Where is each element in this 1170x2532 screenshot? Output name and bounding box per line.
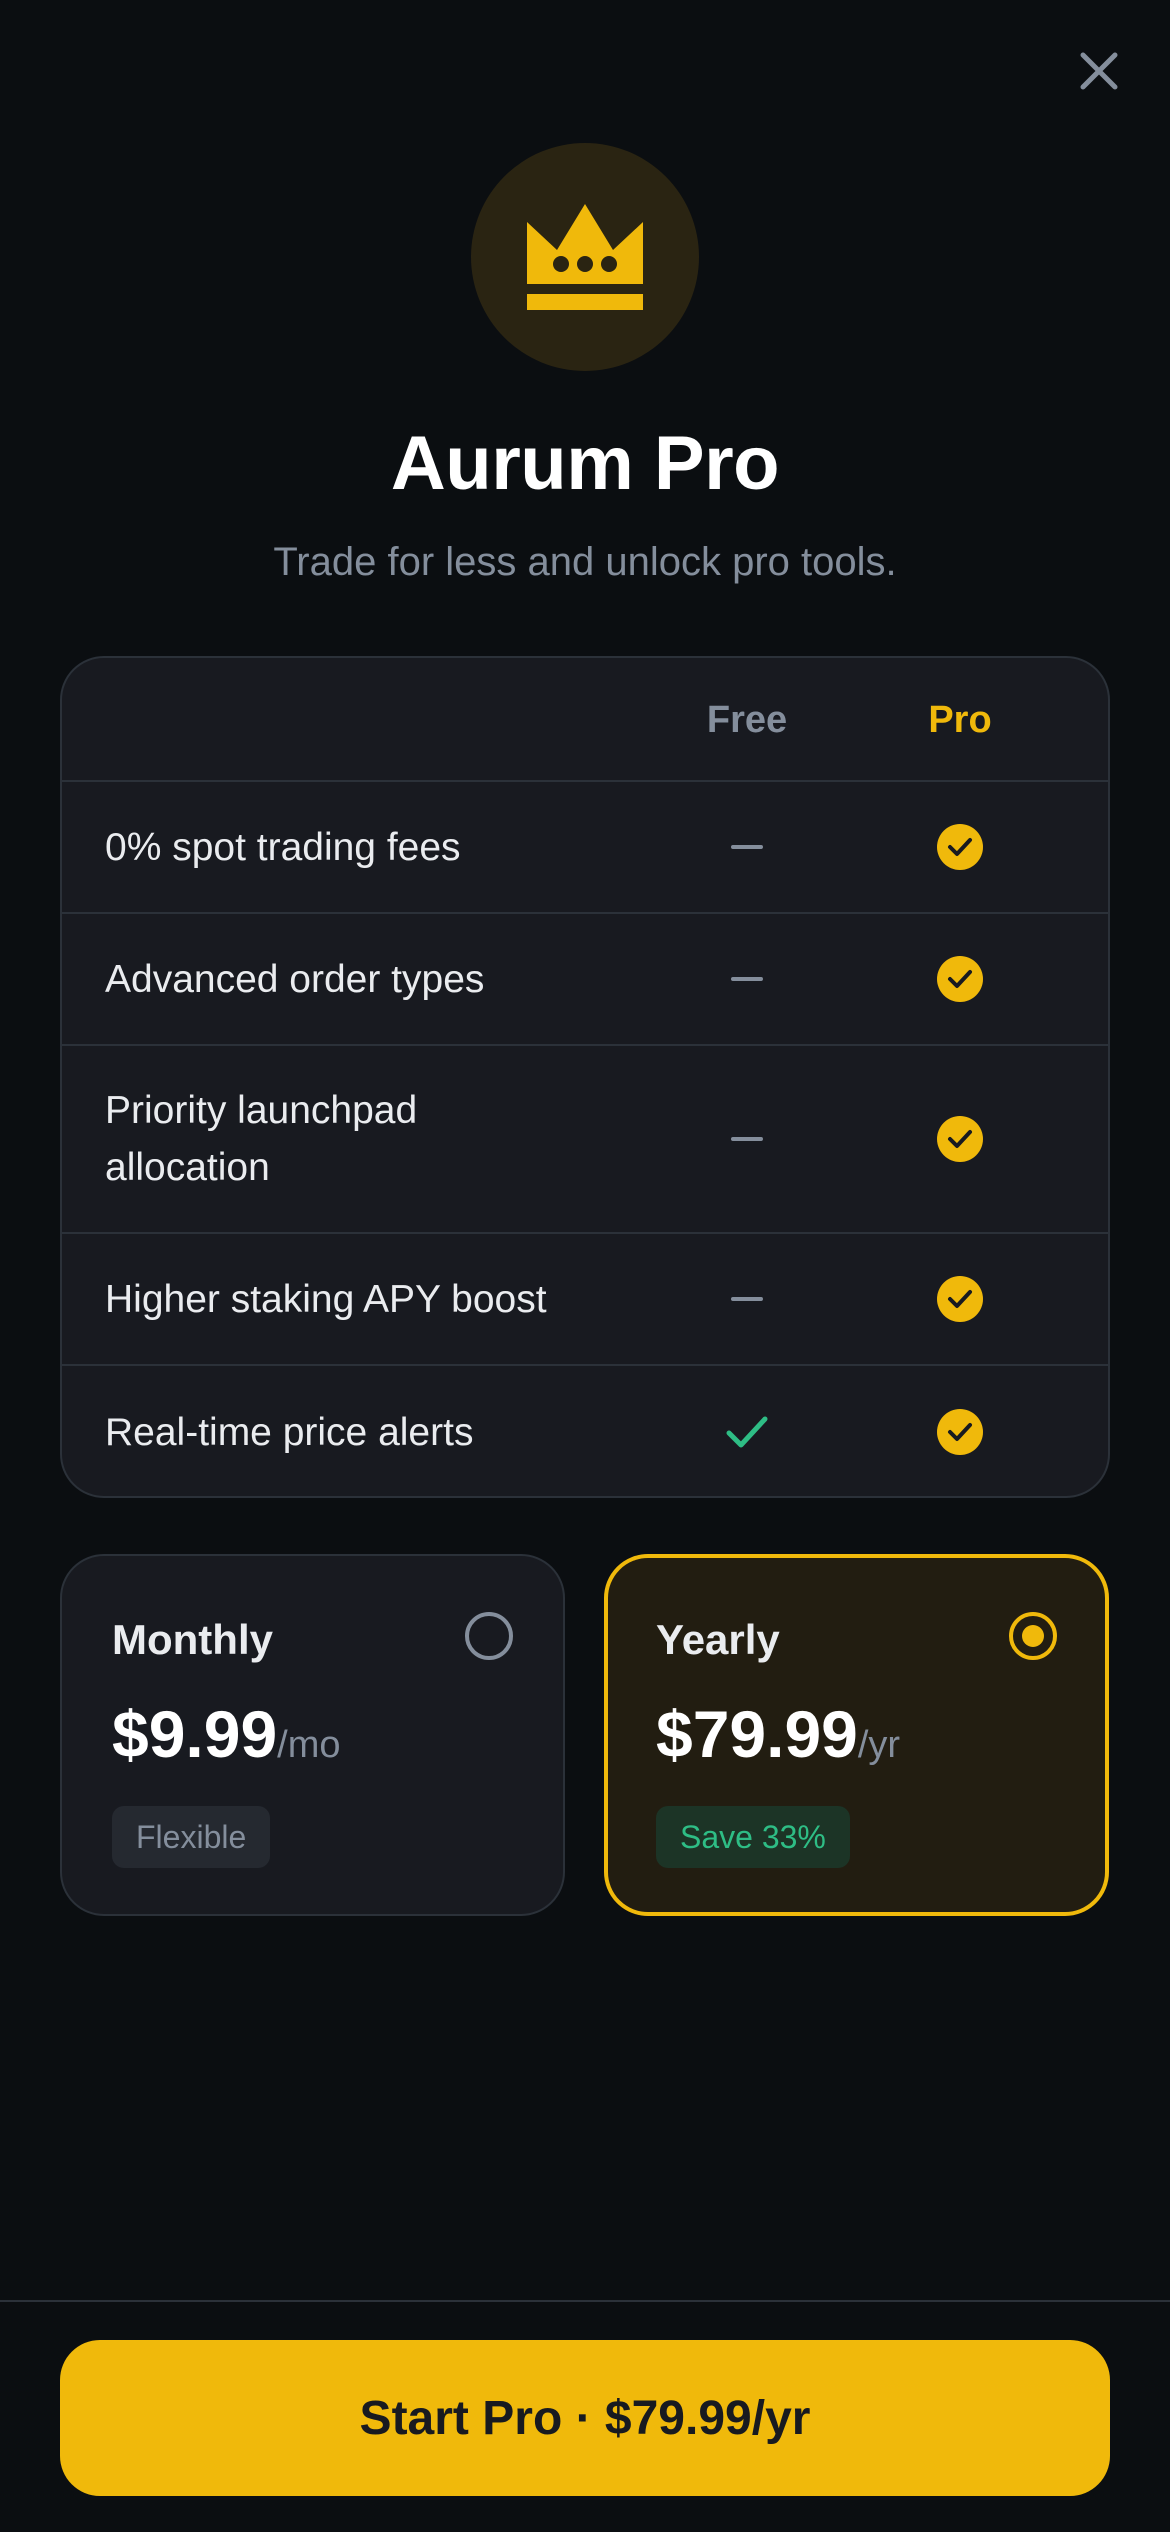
- crown-badge: [471, 143, 699, 371]
- feature-label: Real-time price alerts: [105, 1410, 474, 1454]
- plan-price: $79.99: [656, 1697, 858, 1771]
- dash-icon: [731, 977, 763, 981]
- page-title: Aurum Pro: [390, 421, 780, 506]
- close-button[interactable]: [1074, 46, 1124, 96]
- free-cell: [647, 1234, 847, 1364]
- crown-icon: [527, 204, 643, 310]
- paywall-screen: Aurum Pro Trade for less and unlock pro …: [0, 0, 1170, 2532]
- check-circle-icon: [937, 956, 983, 1002]
- feature-label: Higher staking APY boost: [105, 1277, 547, 1321]
- check-icon: [726, 1416, 768, 1448]
- plan-price: $9.99: [112, 1697, 278, 1771]
- column-header-pro: Pro: [928, 698, 992, 741]
- plan-tag: Flexible: [112, 1806, 271, 1868]
- plan-price-line: $79.99/yr: [656, 1696, 900, 1772]
- plan-price-line: $9.99/mo: [112, 1696, 341, 1772]
- pro-cell: [860, 1046, 1060, 1232]
- feature-row: Advanced order types: [62, 914, 1108, 1046]
- radio-selected-icon[interactable]: [1009, 1612, 1057, 1660]
- feature-label: Advanced order types: [105, 957, 485, 1001]
- pro-cell: [860, 914, 1060, 1044]
- plan-option-monthly[interactable]: Monthly $9.99/mo Flexible: [60, 1554, 565, 1916]
- dash-icon: [731, 1297, 763, 1301]
- plan-option-yearly[interactable]: Yearly $79.99/yr Save 33%: [604, 1554, 1109, 1916]
- feature-comparison-table: Free Pro 0% spot trading fees Advanced o…: [60, 656, 1110, 1498]
- plan-period: /mo: [277, 1724, 341, 1766]
- pro-cell: [860, 1366, 1060, 1496]
- dash-icon: [731, 1137, 763, 1141]
- feature-row: Priority launchpad allocation: [62, 1046, 1108, 1234]
- check-circle-icon: [937, 824, 983, 870]
- feature-label: 0% spot trading fees: [105, 825, 461, 869]
- column-header-free: Free: [706, 698, 788, 741]
- dash-icon: [731, 845, 763, 849]
- comparison-header: Free Pro: [62, 658, 1108, 782]
- start-pro-button[interactable]: Start Pro · $79.99/yr: [60, 2340, 1110, 2496]
- free-cell: [647, 782, 847, 912]
- check-circle-icon: [937, 1116, 983, 1162]
- footer-divider: [0, 2300, 1170, 2302]
- pro-cell: [860, 1234, 1060, 1364]
- check-circle-icon: [937, 1409, 983, 1455]
- plan-name: Monthly: [112, 1616, 273, 1663]
- free-cell: [647, 1046, 847, 1232]
- plan-name: Yearly: [656, 1616, 780, 1663]
- free-cell: [647, 1366, 847, 1496]
- pro-cell: [860, 782, 1060, 912]
- close-icon: [1080, 52, 1118, 90]
- feature-row: Higher staking APY boost: [62, 1234, 1108, 1366]
- feature-row: 0% spot trading fees: [62, 782, 1108, 914]
- feature-row: Real-time price alerts: [62, 1366, 1108, 1496]
- feature-label: Priority launchpad allocation: [105, 1089, 418, 1189]
- free-cell: [647, 914, 847, 1044]
- radio-unselected-icon[interactable]: [465, 1612, 513, 1660]
- check-circle-icon: [937, 1276, 983, 1322]
- savings-badge: Save 33%: [656, 1806, 850, 1868]
- plan-period: /yr: [857, 1724, 901, 1766]
- radio-dot: [1022, 1625, 1044, 1647]
- page-subtitle: Trade for less and unlock pro tools.: [273, 540, 897, 584]
